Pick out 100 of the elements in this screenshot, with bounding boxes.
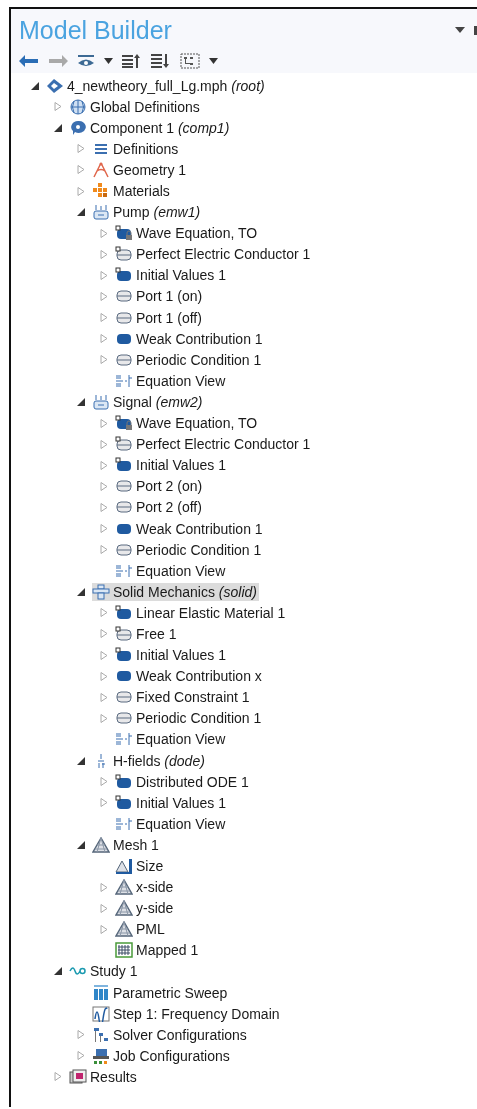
expand-toggle[interactable] (100, 460, 108, 470)
mesh-icon (115, 879, 133, 896)
expand-toggle[interactable] (100, 545, 108, 555)
tree-item[interactable]: Weak Contribution x (115, 667, 264, 686)
expand-toggle[interactable] (77, 840, 85, 849)
caret-icon[interactable] (104, 58, 113, 64)
tree-item[interactable]: Wave Equation, TO (115, 224, 260, 243)
tree-item[interactable]: Weak Contribution 1 (115, 329, 265, 348)
tree-item[interactable]: Definitions (92, 139, 181, 158)
expand-toggle[interactable] (100, 292, 108, 301)
caret-icon[interactable] (455, 27, 465, 33)
back-icon[interactable] (19, 55, 39, 67)
expand-toggle[interactable] (100, 924, 108, 934)
tree-item[interactable]: Port 1 (on) (115, 287, 205, 306)
tree-item[interactable]: Pump (emw1) (92, 203, 203, 222)
expand-toggle[interactable] (77, 1051, 85, 1061)
tree-item[interactable]: Geometry 1 (92, 160, 189, 179)
tree-item[interactable]: Component 1 (comp1) (69, 118, 232, 137)
tree-item[interactable]: Job Configurations (92, 1046, 232, 1065)
expand-toggle[interactable] (100, 629, 108, 639)
expand-toggle[interactable] (100, 481, 108, 491)
tree-item[interactable]: Periodic Condition 1 (115, 350, 264, 369)
tree-item[interactable]: Parametric Sweep (92, 983, 230, 1002)
expand-toggle[interactable] (100, 439, 108, 449)
tree-item[interactable]: H-fields (dode) (92, 751, 207, 770)
expand-toggle[interactable] (100, 313, 108, 323)
expand-toggle[interactable] (100, 418, 108, 428)
tree-item[interactable]: Wave Equation, TO (115, 414, 260, 433)
tree-item[interactable]: y-side (115, 899, 176, 918)
tree-item[interactable]: Materials (92, 182, 172, 200)
tree-item[interactable]: Size (115, 857, 166, 875)
tree-item[interactable]: Initial Values 1 (115, 646, 228, 665)
tree-item[interactable]: Study 1 (69, 962, 140, 981)
collapse-icon[interactable] (122, 54, 142, 68)
expand-toggle[interactable] (77, 165, 85, 175)
tree-item[interactable]: x-side (115, 878, 176, 897)
expand-toggle[interactable] (54, 123, 62, 132)
tree-item[interactable]: Equation View (115, 814, 228, 833)
tree-item[interactable]: Port 2 (off) (115, 498, 204, 517)
tree-item[interactable]: Perfect Electric Conductor 1 (115, 245, 313, 264)
tree-item[interactable]: Solid Mechanics (solid) (92, 582, 259, 601)
expand-toggle[interactable] (77, 1030, 85, 1040)
expand-toggle[interactable] (77, 756, 85, 765)
tree-item[interactable]: Periodic Condition 1 (115, 540, 264, 559)
expand-icon[interactable] (151, 54, 171, 68)
expand-toggle[interactable] (100, 608, 108, 618)
tree-item[interactable]: Linear Elastic Material 1 (115, 603, 288, 622)
expand-toggle[interactable] (100, 671, 108, 681)
tree-item[interactable]: Fixed Constraint 1 (115, 688, 252, 707)
expand-toggle[interactable] (77, 186, 85, 196)
tree-item[interactable]: Perfect Electric Conductor 1 (115, 435, 313, 454)
tree-item[interactable]: Weak Contribution 1 (115, 519, 265, 538)
tree-item[interactable]: Distributed ODE 1 (115, 772, 251, 791)
tree-item[interactable]: Port 1 (off) (115, 308, 204, 327)
tree-item[interactable]: Equation View (115, 730, 228, 749)
expand-toggle[interactable] (54, 102, 62, 112)
tree-item[interactable]: Mapped 1 (115, 941, 201, 960)
tree-item[interactable]: Results (69, 1067, 139, 1086)
expand-toggle[interactable] (100, 650, 108, 660)
expand-toggle[interactable] (100, 882, 108, 892)
tree-item[interactable]: Port 2 (on) (115, 477, 205, 496)
tree-item[interactable]: Initial Values 1 (115, 793, 228, 812)
expand-toggle[interactable] (100, 502, 108, 512)
tree-item[interactable]: Periodic Condition 1 (115, 709, 264, 728)
tree-item[interactable]: Free 1 (115, 625, 179, 643)
expand-toggle[interactable] (100, 713, 108, 723)
tree-item[interactable]: Equation View (115, 561, 228, 580)
expand-toggle[interactable] (77, 208, 85, 217)
tree-item[interactable]: Initial Values 1 (115, 266, 228, 285)
tree-item[interactable]: PML (115, 920, 167, 939)
expand-toggle[interactable] (100, 692, 108, 702)
expand-toggle[interactable] (77, 587, 85, 596)
expand-toggle[interactable] (100, 524, 108, 533)
tree-item[interactable]: 4_newtheory_full_Lg.mph (root) (46, 76, 267, 95)
tree-item[interactable]: Initial Values 1 (115, 456, 228, 475)
tree-item[interactable]: Solver Configurations (92, 1025, 249, 1044)
caret-icon[interactable] (209, 58, 218, 64)
expand-toggle[interactable] (100, 777, 108, 787)
expand-toggle[interactable] (100, 249, 108, 259)
expand-toggle[interactable] (100, 270, 108, 280)
ruler-mesh-icon (115, 858, 133, 874)
tree-item[interactable]: Signal (emw2) (92, 392, 205, 411)
expand-toggle[interactable] (77, 144, 85, 154)
expand-toggle[interactable] (77, 397, 85, 406)
tree-item[interactable]: Equation View (115, 371, 228, 390)
tree-item[interactable]: Global Definitions (69, 97, 202, 116)
tree-item[interactable]: Mesh 1 (92, 835, 161, 854)
expand-toggle[interactable] (54, 1072, 62, 1082)
forward-icon[interactable] (48, 55, 68, 67)
expand-toggle[interactable] (100, 798, 108, 808)
expand-toggle[interactable] (31, 81, 39, 90)
tree-view-icon[interactable] (180, 53, 200, 69)
eye-icon[interactable] (77, 54, 95, 68)
expand-toggle[interactable] (54, 967, 62, 976)
expand-toggle[interactable] (100, 334, 108, 344)
expand-toggle[interactable] (100, 228, 108, 238)
wave-box-icon (92, 1005, 110, 1022)
tree-item[interactable]: Step 1: Frequency Domain (92, 1004, 282, 1023)
expand-toggle[interactable] (100, 355, 108, 365)
expand-toggle[interactable] (100, 903, 108, 913)
